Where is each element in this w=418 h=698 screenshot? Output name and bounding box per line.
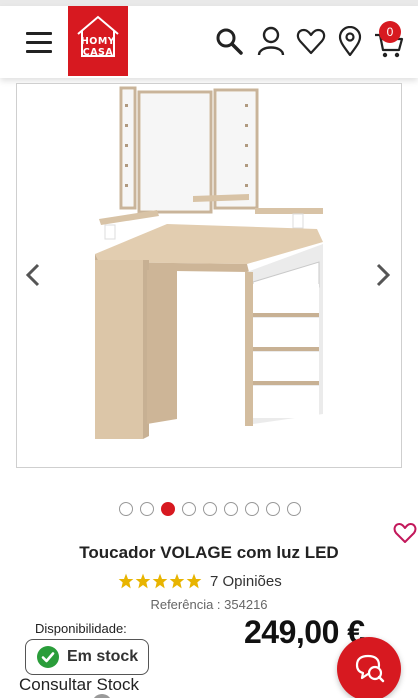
chevron-right-icon[interactable] xyxy=(372,262,392,288)
product-image-gallery[interactable] xyxy=(16,83,402,468)
wishlist-heart-icon[interactable] xyxy=(393,522,417,544)
gallery-pagination xyxy=(119,502,301,516)
product-rating[interactable]: 7 Opiniões xyxy=(118,572,282,590)
search-icon[interactable] xyxy=(214,26,244,56)
pagination-dot[interactable] xyxy=(119,502,133,516)
cart-count-badge: 0 xyxy=(379,21,401,43)
pagination-dot[interactable] xyxy=(203,502,217,516)
corner-vanity-image xyxy=(95,86,323,439)
pagination-dot[interactable] xyxy=(266,502,280,516)
chat-bubble-icon xyxy=(355,654,385,683)
product-title: Toucador VOLAGE com luz LED xyxy=(79,543,339,562)
pagination-dot[interactable] xyxy=(140,502,154,516)
homy-casa-logo[interactable]: HOMY CASA xyxy=(68,6,128,76)
pagination-dot-active[interactable] xyxy=(161,502,175,516)
chat-button[interactable] xyxy=(337,637,401,698)
star-icon xyxy=(186,573,202,589)
stock-status-badge: Em stock xyxy=(25,639,149,675)
site-header: HOMY CASA 0 xyxy=(0,6,418,78)
stock-status-text: Em stock xyxy=(67,648,139,665)
pagination-dot[interactable] xyxy=(245,502,259,516)
heart-icon[interactable] xyxy=(296,26,326,56)
logo-text-line2: CASA xyxy=(82,47,114,58)
star-icon xyxy=(135,573,151,589)
menu-icon[interactable] xyxy=(26,32,52,54)
location-pin-icon[interactable] xyxy=(335,26,365,56)
check-circle-icon xyxy=(37,646,59,668)
pagination-dot[interactable] xyxy=(287,502,301,516)
rating-stars xyxy=(118,573,202,589)
pagination-dot[interactable] xyxy=(182,502,196,516)
user-icon[interactable] xyxy=(256,26,286,56)
product-reference: Referência : 354216 xyxy=(150,597,268,612)
chevron-left-icon[interactable] xyxy=(24,262,44,288)
logo-text-line1: HOMY xyxy=(80,36,116,47)
pagination-dot[interactable] xyxy=(224,502,238,516)
availability-label: Disponibilidade: xyxy=(35,621,127,636)
star-icon xyxy=(152,573,168,589)
star-icon xyxy=(169,573,185,589)
reviews-link[interactable]: 7 Opiniões xyxy=(210,573,282,590)
star-icon xyxy=(118,573,134,589)
consult-stock-link[interactable]: Consultar Stock xyxy=(19,675,139,695)
